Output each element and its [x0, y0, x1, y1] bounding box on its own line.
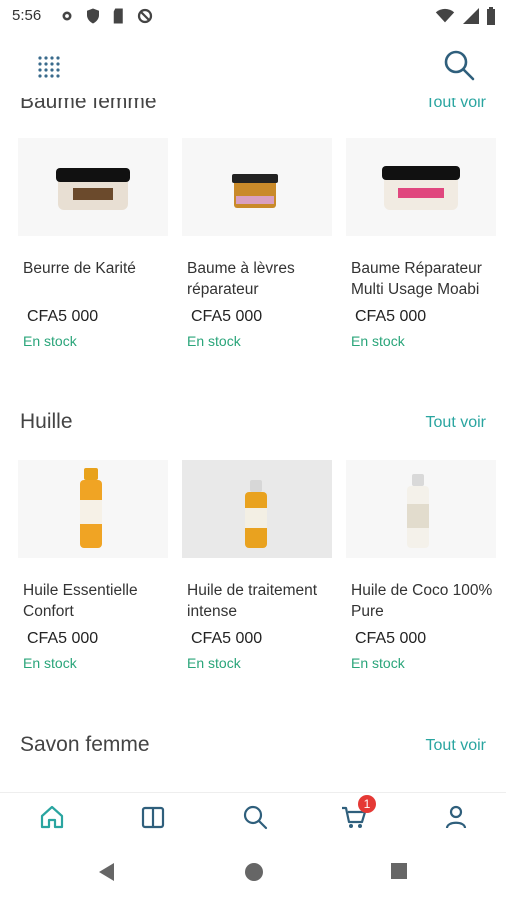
battery-icon — [487, 7, 495, 25]
product-card[interactable]: Baume Réparateur Multi Usage Moabi CFA5 … — [340, 138, 496, 366]
product-image — [18, 460, 168, 558]
section-title: Savon femme — [20, 733, 150, 756]
product-image — [346, 138, 496, 236]
product-card[interactable]: Huile Essentielle Confort CFA5 000 En st… — [12, 460, 168, 688]
see-all-link[interactable]: Tout voir — [426, 737, 486, 755]
cart-button[interactable]: 1 — [340, 795, 376, 831]
product-name: Huile Essentielle Confort — [23, 582, 138, 620]
stock-status: En stock — [187, 655, 241, 671]
product-price: CFA5 000 — [27, 630, 99, 647]
section-title: Huille — [20, 410, 73, 433]
product-card[interactable]: Huile de Coco 100% Pure CFA5 000 En stoc… — [340, 460, 496, 688]
account-icon[interactable] — [442, 803, 470, 831]
stock-status: En stock — [187, 333, 241, 349]
catalog-icon[interactable] — [139, 803, 167, 831]
product-row-baume-femme: Beurre de Karité CFA5 000 En stock Baume… — [12, 138, 506, 366]
home-circle-icon[interactable] — [244, 862, 264, 882]
product-card[interactable]: Beurre de Karité CFA5 000 En stock — [12, 138, 168, 366]
product-card[interactable]: Baume à lèvres réparateur CFA5 000 En st… — [176, 138, 332, 366]
section-header-huille: Huille Tout voir — [20, 410, 486, 438]
menu-grid-icon[interactable] — [36, 54, 64, 82]
search-icon[interactable] — [442, 48, 476, 82]
product-name: Baume Réparateur Multi Usage Moabi — [351, 260, 482, 298]
app-header — [0, 32, 506, 98]
signal-icon — [463, 8, 479, 24]
stock-status: En stock — [23, 655, 77, 671]
product-price: CFA5 000 — [27, 308, 99, 325]
home-feed[interactable]: Baume femme Tout voir Beurre de Karité C… — [0, 80, 506, 792]
product-image — [346, 460, 496, 558]
product-name: Baume à lèvres réparateur — [187, 260, 295, 298]
cart-badge: 1 — [358, 795, 376, 813]
home-icon[interactable] — [38, 803, 66, 831]
product-price: CFA5 000 — [191, 308, 263, 325]
product-name: Beurre de Karité — [23, 260, 136, 277]
bottom-navigation: 1 — [0, 792, 506, 845]
wifi-icon — [435, 8, 455, 23]
status-bar: 5:56 — [0, 0, 506, 32]
product-image — [182, 460, 332, 558]
product-name: Huile de Coco 100% Pure — [351, 582, 493, 620]
system-navigation-bar — [0, 844, 506, 900]
no-sync-icon — [137, 8, 153, 24]
search-nav-icon[interactable] — [241, 803, 269, 831]
back-icon[interactable] — [96, 861, 116, 883]
shield-icon — [87, 8, 99, 24]
product-row-huille: Huile Essentielle Confort CFA5 000 En st… — [12, 460, 506, 688]
recents-icon[interactable] — [390, 862, 408, 880]
product-price: CFA5 000 — [355, 308, 427, 325]
product-image — [182, 138, 332, 236]
status-time: 5:56 — [12, 7, 42, 24]
product-price: CFA5 000 — [191, 630, 263, 647]
section-header-savon-femme: Savon femme Tout voir — [20, 733, 486, 761]
sd-card-icon — [113, 8, 123, 24]
product-name: Huile de traitement intense — [187, 582, 318, 620]
product-card[interactable]: Huile de traitement intense CFA5 000 En … — [176, 460, 332, 688]
see-all-link[interactable]: Tout voir — [426, 414, 486, 432]
stock-status: En stock — [351, 655, 405, 671]
stock-status: En stock — [23, 333, 77, 349]
product-image — [18, 138, 168, 236]
product-price: CFA5 000 — [355, 630, 427, 647]
stock-status: En stock — [351, 333, 405, 349]
settings-icon — [62, 11, 72, 21]
